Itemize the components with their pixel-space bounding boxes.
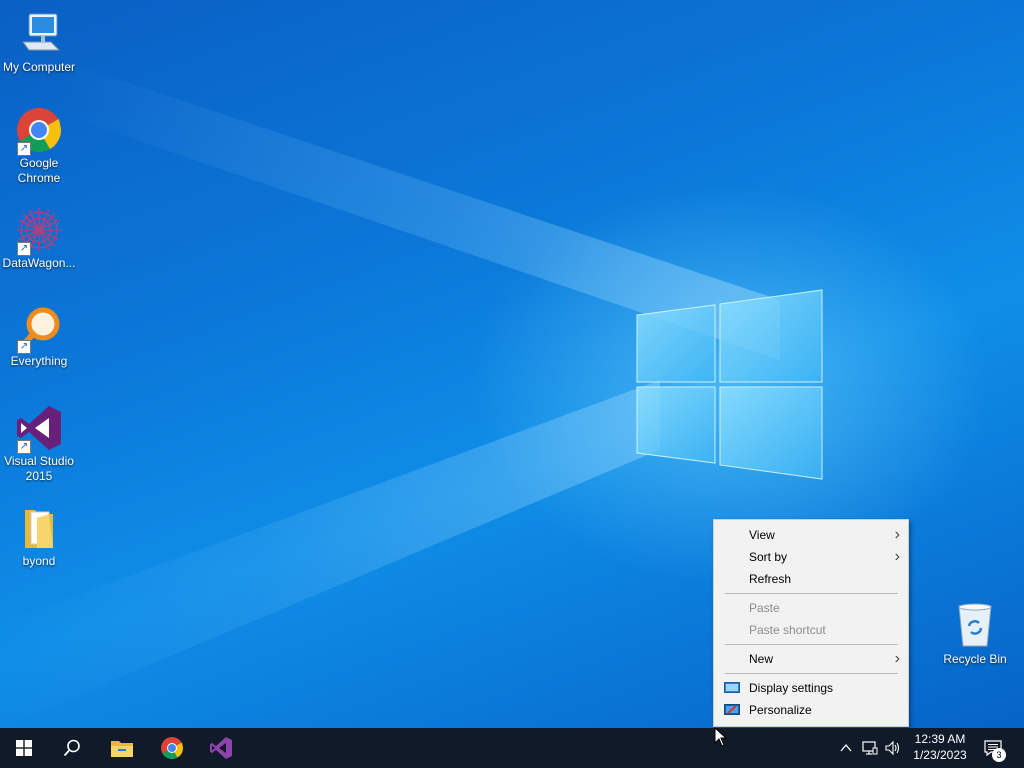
desktop-icon-label: Recycle Bin bbox=[943, 652, 1007, 666]
menu-separator bbox=[725, 644, 898, 645]
computer-icon bbox=[15, 10, 63, 58]
desktop-icon-label: DataWagon... bbox=[2, 256, 76, 270]
taskbar-clock[interactable]: 12:39 AM 1/23/2023 bbox=[905, 731, 975, 763]
chevron-right-icon: › bbox=[894, 650, 900, 667]
chrome-icon: ↗ bbox=[15, 106, 63, 156]
personalize-icon bbox=[724, 704, 740, 715]
desktop-icon-label: Visual Studio 2015 bbox=[4, 454, 74, 483]
windows-logo-wallpaper bbox=[636, 289, 823, 480]
search-icon bbox=[63, 739, 80, 757]
desktop-icon-label: byond bbox=[22, 554, 56, 568]
desktop[interactable]: My Computer ↗ Google Chrome ↗ DataWagon.… bbox=[0, 0, 1024, 728]
desktop-icon-label: My Computer bbox=[2, 60, 76, 74]
shortcut-arrow-icon: ↗ bbox=[17, 142, 31, 156]
recycle-bin-icon bbox=[951, 602, 999, 650]
visual-studio-icon bbox=[210, 737, 232, 759]
shortcut-arrow-icon: ↗ bbox=[17, 340, 31, 354]
file-explorer-icon bbox=[111, 741, 133, 757]
desktop-icon-my-computer[interactable]: My Computer bbox=[0, 10, 78, 75]
menu-item-view[interactable]: View › bbox=[714, 524, 908, 546]
menu-item-label: Personalize bbox=[749, 703, 812, 717]
menu-item-sort-by[interactable]: Sort by › bbox=[714, 546, 908, 568]
start-button[interactable] bbox=[0, 728, 48, 768]
menu-item-refresh[interactable]: Refresh bbox=[714, 568, 908, 590]
menu-item-label: New bbox=[749, 652, 774, 666]
desktop-icon-recycle-bin[interactable]: Recycle Bin bbox=[936, 602, 1014, 667]
clock-date: 1/23/2023 bbox=[913, 748, 967, 762]
menu-item-label: Paste bbox=[749, 601, 780, 615]
menu-separator bbox=[725, 593, 898, 594]
menu-item-label: Refresh bbox=[749, 572, 792, 586]
menu-item-personalize[interactable]: Personalize bbox=[714, 699, 908, 721]
desktop-icon-everything[interactable]: ↗ Everything bbox=[0, 304, 78, 369]
chevron-right-icon: › bbox=[894, 526, 900, 543]
desktop-icon-google-chrome[interactable]: ↗ Google Chrome bbox=[0, 106, 78, 186]
file-explorer-button[interactable] bbox=[98, 728, 146, 768]
clock-time: 12:39 AM bbox=[914, 732, 966, 746]
mouse-cursor-icon bbox=[714, 727, 728, 747]
light-beam bbox=[0, 380, 660, 728]
windows-start-icon bbox=[16, 740, 32, 756]
desktop-icon-label: Everything bbox=[10, 354, 68, 368]
menu-item-new[interactable]: New › bbox=[714, 648, 908, 670]
menu-item-paste[interactable]: Paste bbox=[714, 597, 908, 619]
chrome-taskbar-button[interactable] bbox=[148, 728, 196, 768]
desktop-icon-label: Google Chrome bbox=[17, 156, 61, 185]
shortcut-arrow-icon: ↗ bbox=[17, 440, 31, 454]
menu-item-paste-shortcut[interactable]: Paste shortcut bbox=[714, 619, 908, 641]
folder-icon bbox=[15, 504, 63, 552]
desktop-icon-datawagon[interactable]: ↗ DataWagon... bbox=[0, 206, 78, 271]
menu-item-label: View bbox=[749, 528, 775, 542]
chrome-icon bbox=[161, 737, 183, 759]
notification-count-badge: 3 bbox=[992, 748, 1006, 762]
menu-item-display-settings[interactable]: Display settings bbox=[714, 677, 908, 699]
datawagon-icon: ↗ bbox=[15, 206, 63, 256]
search-button[interactable] bbox=[48, 728, 96, 768]
everything-search-icon: ↗ bbox=[15, 304, 63, 354]
desktop-icon-visual-studio[interactable]: ↗ Visual Studio 2015 bbox=[0, 404, 78, 484]
menu-item-label: Sort by bbox=[749, 550, 788, 564]
network-icon[interactable] bbox=[862, 740, 878, 756]
desktop-context-menu: View › Sort by › Refresh Paste Paste sho… bbox=[713, 519, 909, 727]
menu-item-label: Display settings bbox=[749, 681, 834, 695]
menu-item-label: Paste shortcut bbox=[749, 623, 826, 637]
volume-icon[interactable] bbox=[885, 740, 901, 756]
visual-studio-taskbar-button[interactable] bbox=[197, 728, 245, 768]
taskbar: 12:39 AM 1/23/2023 3 bbox=[0, 728, 1024, 768]
menu-separator bbox=[725, 673, 898, 674]
display-settings-icon bbox=[724, 682, 740, 693]
chevron-up-icon[interactable] bbox=[838, 740, 854, 756]
chevron-right-icon: › bbox=[894, 548, 900, 565]
desktop-icon-byond[interactable]: byond bbox=[0, 504, 78, 569]
shortcut-arrow-icon: ↗ bbox=[17, 242, 31, 256]
visual-studio-icon: ↗ bbox=[15, 404, 63, 454]
